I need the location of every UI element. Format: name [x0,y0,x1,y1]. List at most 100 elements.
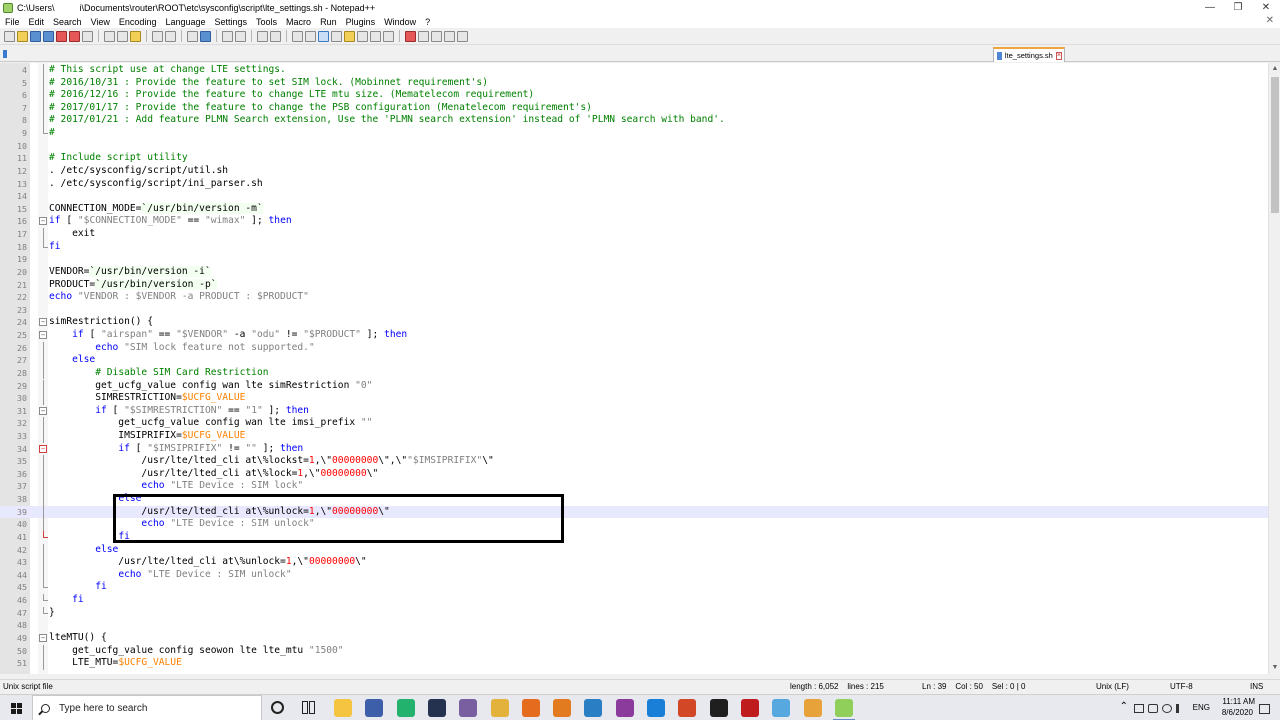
code-line[interactable]: 45 fi [0,581,1268,594]
code-line[interactable]: 24 − simRestriction() { [0,316,1268,329]
code-line[interactable]: 4 # This script use at change LTE setting… [0,64,1268,77]
folder-workspace-icon[interactable] [370,30,381,42]
code-line[interactable]: 30 SIMRESTRICTION=$UCFG_VALUE [0,392,1268,405]
code-line[interactable]: 22 echo "VENDOR : $VENDOR -a PRODUCT : $P… [0,291,1268,304]
winrar-icon[interactable] [616,699,634,717]
code-line[interactable]: 14 [0,190,1268,203]
code-line[interactable]: 44 echo "LTE Device : SIM unlock" [0,568,1268,582]
play-macro-icon[interactable] [431,30,442,42]
network-tool-icon[interactable] [365,699,383,717]
code-line[interactable]: 43 /usr/lte/lted_cli at\%unlock=1,\"0000… [0,556,1268,569]
function-list-icon[interactable] [357,30,368,42]
fold-toggle-icon[interactable]: − [39,318,47,327]
menu-language[interactable]: Language [165,17,205,27]
sublime-icon[interactable] [804,699,822,717]
code-line[interactable]: 31 − if [ "$SIMRESTRICTION" == "1" ]; the… [0,405,1268,418]
menu-window[interactable]: Window [384,17,416,27]
fold-toggle-icon[interactable]: − [39,444,47,453]
battery-icon[interactable] [1148,704,1158,713]
sync-horizontal-icon[interactable] [270,30,281,42]
code-line[interactable]: 28 # Disable SIM Card Restriction [0,366,1268,380]
code-line[interactable]: 29 get_ucfg_value config wan lte simRest… [0,379,1268,393]
search-input[interactable] [59,702,239,714]
code-line[interactable]: 35 /usr/lte/lted_cli at\%lockst=1,\"0000… [0,455,1268,468]
code-line[interactable]: 34 − if [ "$IMSIPRIFIX" != "" ]; then [0,443,1268,456]
code-line[interactable]: 49 − lteMTU() { [0,632,1268,645]
record-macro-icon[interactable] [405,30,416,42]
messenger-icon[interactable] [584,699,602,717]
code-line[interactable]: 12 . /etc/sysconfig/script/util.sh [0,165,1268,178]
notepad-plus-plus-icon[interactable] [833,699,855,720]
office-icon[interactable] [678,699,696,717]
taskbar-search[interactable] [32,695,262,720]
scroll-thumb[interactable] [1271,77,1279,213]
code-line[interactable]: 15 CONNECTION_MODE=`/usr/bin/version -m` [0,202,1268,216]
code-line[interactable]: 46 fi [0,594,1268,607]
show-all-chars-icon[interactable] [305,30,316,42]
notification-app-icon[interactable] [1134,704,1144,713]
document-app-icon[interactable] [459,699,477,717]
code-line[interactable]: 19 [0,253,1268,266]
print-icon[interactable] [82,30,93,42]
play-multiple-icon[interactable] [444,30,455,42]
maximize-button[interactable]: ❐ [1224,0,1252,15]
replace-icon[interactable] [200,30,211,42]
code-line[interactable]: 37 echo "LTE Device : SIM lock" [0,480,1268,494]
menu-search[interactable]: Search [53,17,82,27]
copy-icon[interactable] [117,30,128,42]
code-line[interactable]: 47} [0,606,1268,620]
code-line[interactable]: 16 − if [ "$CONNECTION_MODE" == "wimax" ];… [0,215,1268,228]
save-all-icon[interactable] [43,30,54,42]
menu-tools[interactable]: Tools [256,17,277,27]
code-line[interactable]: 6 # 2016/12/16 : Provide the feature to c… [0,89,1268,102]
menu-help[interactable]: ? [425,17,430,27]
close-document-button[interactable]: ✕ [1266,15,1274,26]
code-line[interactable]: 26 echo "SIM lock feature not supported.… [0,341,1268,355]
code-line[interactable]: 27 else [0,354,1268,367]
menu-file[interactable]: File [5,17,20,27]
zoom-in-icon[interactable] [222,30,233,42]
language-icon[interactable] [331,30,342,42]
fold-toggle-icon[interactable]: − [39,217,47,226]
clock-date[interactable]: 8/6/2020 [1222,708,1253,717]
code-line[interactable]: 33 IMSIPRIFIX=$UCFG_VALUE [0,429,1268,443]
notification-center-icon[interactable] [1259,704,1270,714]
sync-vertical-icon[interactable] [257,30,268,42]
scroll-up-arrow[interactable]: ▲ [1269,63,1280,75]
edge-icon[interactable] [647,699,665,717]
paste-icon[interactable] [130,30,141,42]
tray-chevron-icon[interactable]: ⌃ [1120,701,1128,712]
code-line[interactable]: 8 # 2017/01/21 : Add feature PLMN Search … [0,114,1268,128]
code-line[interactable]: 25 − if [ "airspan" == "$VENDOR" -a "odu"… [0,329,1268,342]
code-line[interactable]: 21 PRODUCT=`/usr/bin/version -p` [0,278,1268,292]
code-line[interactable]: 18 fi [0,240,1268,254]
code-line[interactable]: 7 # 2017/01/17 : Provide the feature to c… [0,101,1268,115]
firefox-icon[interactable] [522,699,540,717]
code-line[interactable]: 36 /usr/lte/lted_cli at\%lock=1,\"000000… [0,467,1268,481]
code-line[interactable]: 50 get_ucfg_value config seowon lte lte_… [0,644,1268,658]
vpn-app-icon[interactable] [428,699,446,717]
tab-lte-settings[interactable]: lte_settings.sh × [993,47,1065,62]
close-button[interactable]: ✕ [1252,0,1280,15]
cut-icon[interactable] [104,30,115,42]
code-line[interactable]: 39 /usr/lte/lted_cli at\%unlock=1,\"0000… [0,505,1268,519]
fold-toggle-icon[interactable]: − [39,633,47,642]
save-macro-icon[interactable] [457,30,468,42]
code-line[interactable]: 5 # 2016/10/31 : Provide the feature to s… [0,76,1268,90]
menu-macro[interactable]: Macro [286,17,311,27]
code-line[interactable]: 13 . /etc/sysconfig/script/ini_parser.sh [0,178,1268,191]
menu-plugins[interactable]: Plugins [346,17,376,27]
indent-guide-icon[interactable] [318,30,329,42]
security-app-icon[interactable] [553,699,571,717]
menu-settings[interactable]: Settings [215,17,248,27]
menu-run[interactable]: Run [320,17,337,27]
sync-app-icon[interactable] [397,699,415,717]
start-button[interactable] [0,695,32,720]
file-explorer-icon[interactable] [334,699,352,717]
minimize-button[interactable]: — [1196,0,1224,15]
zoom-out-icon[interactable] [235,30,246,42]
scroll-down-arrow[interactable]: ▼ [1269,662,1280,674]
menu-view[interactable]: View [91,17,110,27]
redo-icon[interactable] [165,30,176,42]
language-indicator[interactable]: ENG [1193,703,1210,712]
